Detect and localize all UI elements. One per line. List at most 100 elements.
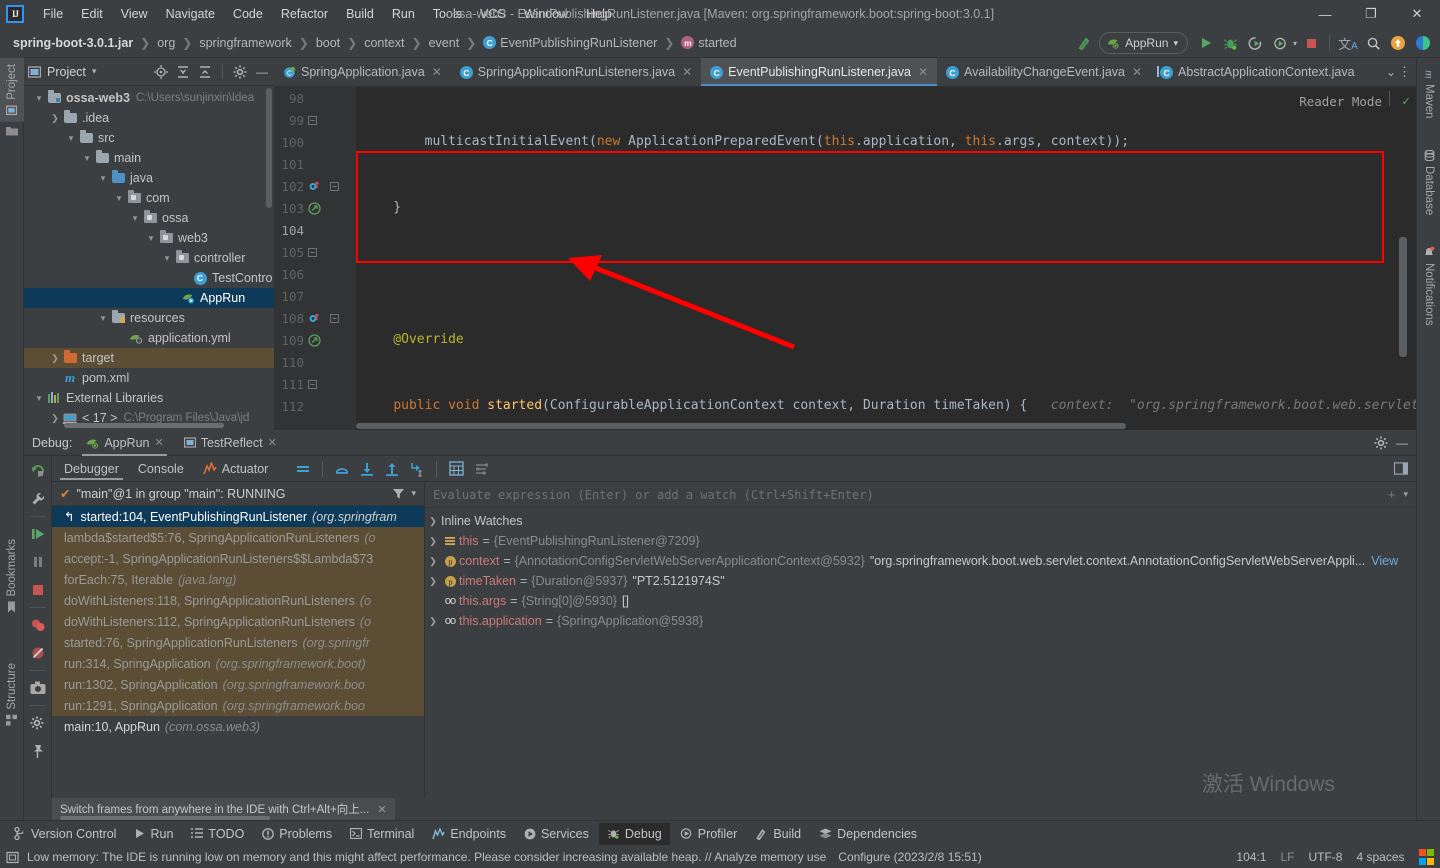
stack-frame-row[interactable]: run:1302, SpringApplication (org.springf…	[52, 674, 424, 695]
fold-icon[interactable]: −	[308, 247, 317, 257]
project-tree[interactable]: ▾ ossa-web3 C:\Users\sunjinxin\Idea ❯ .i…	[24, 86, 274, 430]
twisty-icon[interactable]: ▾	[96, 173, 110, 184]
variables-list[interactable]: ❯ Inline Watches ❯ this = {EventPublishi…	[425, 508, 1416, 820]
tree-row[interactable]: ▾ main	[24, 148, 274, 168]
evaluate-input[interactable]: Evaluate expression (Enter) or add a wat…	[433, 488, 1388, 502]
debug-session-tab-apprun[interactable]: AppRun ✕	[78, 430, 170, 456]
twisty-icon[interactable]: ▾	[144, 233, 158, 244]
resume-icon[interactable]	[27, 523, 49, 545]
sidebar-item-bookmarks[interactable]: Bookmarks	[0, 533, 24, 620]
twisty-icon[interactable]: ❯	[425, 576, 441, 587]
bottom-item-debug[interactable]: Debug	[598, 822, 670, 845]
close-icon[interactable]: ✕	[682, 65, 692, 79]
menu-file[interactable]: File	[34, 3, 72, 25]
tree-row[interactable]: ▾ src	[24, 128, 274, 148]
rerun-debug-icon[interactable]	[1245, 32, 1267, 54]
debug-session-tab-testreflect[interactable]: TestReflect ✕	[177, 430, 284, 456]
editor-horizontal-scrollbar[interactable]	[356, 421, 1126, 430]
breakpoint-method-icon[interactable]	[308, 312, 320, 324]
twisty-icon[interactable]: ❯	[48, 113, 62, 124]
twisty-icon[interactable]: ❯	[425, 536, 441, 547]
variable-row-inline-watches[interactable]: ❯ Inline Watches	[425, 511, 1416, 531]
editor-scrollbar[interactable]	[1399, 237, 1407, 357]
breakpoint-method-icon[interactable]	[308, 180, 320, 192]
hide-panel-icon[interactable]: —	[254, 65, 270, 79]
debug-icon[interactable]	[1220, 32, 1242, 54]
tree-row[interactable]: application.yml	[24, 328, 274, 348]
tree-row[interactable]: m pom.xml	[24, 368, 274, 388]
editor-gutter[interactable]: 98 99− 100 101 102 − 103 104 105− 106 10…	[274, 87, 356, 430]
tree-row[interactable]: ❯ .idea	[24, 108, 274, 128]
tree-row[interactable]: C TestContro	[24, 268, 274, 288]
close-icon[interactable]: ✕	[432, 65, 442, 79]
chevron-down-icon[interactable]: ▾	[92, 66, 97, 77]
mute-breakpoints-icon[interactable]	[27, 642, 49, 664]
tree-row-apprun[interactable]: AppRun	[24, 288, 274, 308]
bottom-item-dependencies[interactable]: Dependencies	[811, 823, 925, 845]
bottom-item-build[interactable]: Build	[747, 823, 809, 845]
encoding[interactable]: UTF-8	[1308, 850, 1342, 864]
step-out-icon[interactable]	[381, 458, 403, 480]
tab-console[interactable]: Console	[130, 459, 192, 479]
breadcrumb-item-springframework[interactable]: springframework	[196, 34, 294, 52]
view-link[interactable]: View	[1371, 554, 1398, 568]
run-configuration-selector[interactable]: AppRun ▾	[1099, 32, 1188, 54]
ai-assistant-icon[interactable]	[1412, 32, 1434, 54]
code-text[interactable]: multicastInitialEvent(new ApplicationPre…	[356, 87, 1416, 430]
stack-frame-row[interactable]: accept:-1, SpringApplicationRunListeners…	[52, 548, 424, 569]
twisty-icon[interactable]: ❯	[48, 353, 62, 364]
maximize-button[interactable]: ❐	[1348, 0, 1394, 28]
chevron-down-icon[interactable]: ⌄	[1386, 65, 1396, 79]
breadcrumb-item-method[interactable]: m started	[678, 34, 739, 52]
editor-tab-eventpublishingrunlistener[interactable]: C EventPublishingRunListener.java ✕	[701, 58, 937, 86]
tree-row[interactable]: ▾ ossa	[24, 208, 274, 228]
twisty-icon[interactable]: ▾	[112, 193, 126, 204]
menu-run[interactable]: Run	[383, 3, 424, 25]
bottom-item-terminal[interactable]: Terminal	[342, 823, 422, 845]
pin-icon[interactable]	[27, 740, 49, 762]
tree-row[interactable]: ▾ ossa-web3 C:\Users\sunjinxin\Idea	[24, 88, 274, 108]
bottom-item-endpoints[interactable]: Endpoints	[424, 823, 514, 845]
build-hammer-icon[interactable]	[1074, 32, 1096, 54]
fold-icon[interactable]: −	[330, 181, 339, 191]
stack-frame-row[interactable]: run:314, SpringApplication (org.springfr…	[52, 653, 424, 674]
chevron-down-icon[interactable]: ▾	[1403, 489, 1408, 500]
close-icon[interactable]: ✕	[377, 803, 386, 816]
twisty-icon[interactable]: ❯	[425, 516, 441, 527]
fold-icon[interactable]: −	[330, 313, 339, 323]
add-watch-icon[interactable]: +	[1388, 487, 1396, 502]
code-line[interactable]: }	[356, 197, 1416, 219]
variable-row-context[interactable]: ❯ p context = {AnnotationConfigServletWe…	[425, 551, 1416, 571]
twisty-icon[interactable]: ❯	[48, 413, 62, 424]
expand-all-icon[interactable]	[175, 65, 191, 79]
twisty-icon[interactable]: ▾	[64, 133, 78, 144]
variable-row-this[interactable]: ❯ this = {EventPublishingRunListener@720…	[425, 531, 1416, 551]
tree-row[interactable]: ▾ com	[24, 188, 274, 208]
sidebar-item-database[interactable]: Database	[1417, 144, 1440, 221]
configure-link[interactable]: Configure (2023/2/8 15:51)	[838, 850, 981, 864]
menu-view[interactable]: View	[112, 3, 157, 25]
overridden-method-icon[interactable]	[308, 333, 321, 347]
tree-row[interactable]: ▾ java	[24, 168, 274, 188]
close-icon[interactable]: ✕	[155, 436, 164, 449]
twisty-icon[interactable]: ❯	[425, 616, 441, 627]
settings-gear-icon[interactable]	[1374, 436, 1388, 450]
breadcrumb-item-org[interactable]: org	[154, 34, 178, 52]
tree-row[interactable]: ▾ External Libraries	[24, 388, 274, 408]
evaluate-expression-bar[interactable]: Evaluate expression (Enter) or add a wat…	[425, 482, 1416, 508]
stack-frame-row[interactable]: forEach:75, Iterable (java.lang)	[52, 569, 424, 590]
run-icon[interactable]	[1195, 32, 1217, 54]
rerun-icon[interactable]	[27, 460, 49, 482]
menu-help[interactable]: Help	[577, 3, 621, 25]
twisty-icon[interactable]: ▾	[32, 393, 46, 404]
search-icon[interactable]	[1362, 32, 1384, 54]
bottom-item-profiler[interactable]: Profiler	[672, 823, 746, 845]
twisty-icon[interactable]: ▾	[96, 313, 110, 324]
update-icon[interactable]	[1387, 32, 1409, 54]
chevron-down-icon[interactable]: ▾	[1173, 38, 1178, 49]
code-line[interactable]: public void started(ConfigurableApplicat…	[356, 395, 1416, 417]
breadcrumb-item-context[interactable]: context	[361, 34, 407, 52]
twisty-icon[interactable]: ▾	[160, 253, 174, 264]
variable-row-timetaken[interactable]: ❯ p timeTaken = {Duration@5937} "PT2.512…	[425, 571, 1416, 591]
bottom-item-services[interactable]: Services	[516, 823, 597, 845]
